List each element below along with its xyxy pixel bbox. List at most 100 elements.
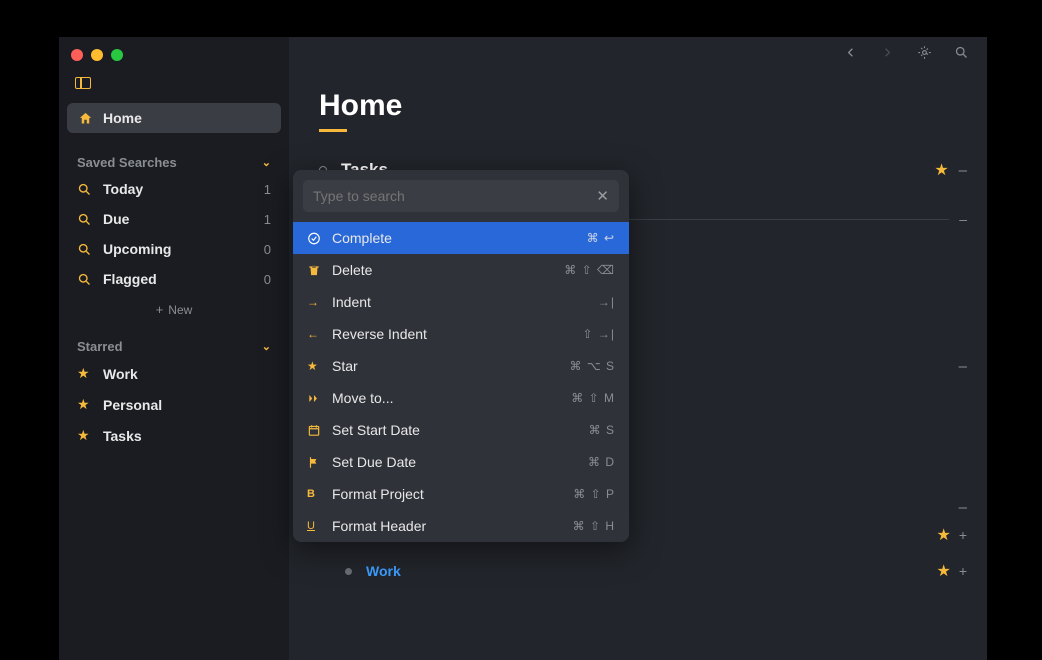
- palette-item-label: Star: [332, 358, 570, 374]
- star-icon: ★: [77, 427, 93, 444]
- new-search-button[interactable]: + New: [67, 302, 281, 317]
- search-label: Today: [103, 181, 264, 197]
- chevron-down-icon: ⌄: [262, 340, 271, 353]
- palette-item-shortcut: ⌘ ↩: [587, 231, 615, 245]
- search-icon: [77, 212, 93, 227]
- saved-search-item[interactable]: Upcoming0: [67, 234, 281, 264]
- starred-item[interactable]: ★ Personal: [67, 389, 281, 420]
- move-icon: [307, 391, 321, 406]
- palette-item-shortcut: ⌘ ⇧ M: [571, 391, 615, 405]
- palette-search: ✕: [303, 180, 619, 212]
- sidebar-toggle-icon[interactable]: [75, 77, 91, 89]
- palette-item-label: Complete: [332, 230, 587, 246]
- search-button[interactable]: [954, 45, 969, 60]
- search-label: Upcoming: [103, 241, 264, 257]
- palette-item-format-project[interactable]: BFormat Project⌘ ⇧ P: [293, 478, 629, 510]
- title-underline: [319, 129, 347, 132]
- maximize-window[interactable]: [111, 49, 123, 61]
- palette-item-move-to-[interactable]: Move to...⌘ ⇧ M: [293, 382, 629, 414]
- palette-item-indent[interactable]: → Indent→|: [293, 286, 629, 318]
- new-label: New: [168, 303, 192, 317]
- palette-item-label: Format Project: [332, 486, 573, 502]
- arrow-r-icon: →: [307, 295, 321, 309]
- u-icon: U: [307, 520, 321, 532]
- palette-item-shortcut: →|: [598, 295, 615, 309]
- palette-item-shortcut: ⌘ ⇧ H: [573, 519, 615, 533]
- trash-icon: [307, 263, 321, 278]
- sidebar: Home Saved Searches ⌄ Today1Due1Upcoming…: [59, 37, 289, 660]
- search-count: 1: [264, 212, 271, 227]
- collapse-button[interactable]: –: [959, 162, 967, 179]
- saved-search-item[interactable]: Due1: [67, 204, 281, 234]
- collapse-button[interactable]: –: [959, 211, 967, 227]
- search-count: 1: [264, 182, 271, 197]
- traffic-lights: [71, 49, 123, 61]
- palette-search-input[interactable]: [313, 188, 596, 204]
- collapse-button[interactable]: –: [959, 499, 967, 516]
- palette-item-label: Format Header: [332, 518, 573, 534]
- close-icon[interactable]: ✕: [596, 187, 609, 205]
- close-window[interactable]: [71, 49, 83, 61]
- palette-item-delete[interactable]: Delete⌘ ⇧ ⌫: [293, 254, 629, 286]
- toolbar: [843, 45, 969, 60]
- settings-button[interactable]: [917, 45, 932, 60]
- search-count: 0: [264, 242, 271, 257]
- page-title: Home: [319, 89, 967, 123]
- palette-item-set-due-date[interactable]: Set Due Date⌘ D: [293, 446, 629, 478]
- link-work[interactable]: Work: [366, 563, 936, 579]
- search-icon: [77, 272, 93, 287]
- chevron-down-icon: ⌄: [262, 156, 271, 169]
- search-icon: [77, 182, 93, 197]
- b-icon: B: [307, 488, 321, 500]
- back-button[interactable]: [843, 45, 858, 60]
- minimize-window[interactable]: [91, 49, 103, 61]
- check-icon: [307, 231, 321, 246]
- star-icon[interactable]: ★: [934, 160, 948, 180]
- palette-item-label: Reverse Indent: [332, 326, 582, 342]
- starred-label: Tasks: [103, 428, 271, 444]
- star-icon: ★: [77, 365, 93, 382]
- palette-item-reverse-indent[interactable]: ← Reverse Indent⇧ →|: [293, 318, 629, 350]
- palette-item-label: Indent: [332, 294, 598, 310]
- section-label: Starred: [77, 339, 123, 354]
- saved-search-item[interactable]: Flagged0: [67, 264, 281, 294]
- star-icon[interactable]: ★: [936, 525, 950, 545]
- add-button[interactable]: +: [959, 527, 967, 543]
- cal-icon: [307, 423, 321, 438]
- link-row[interactable]: Work ★ +: [319, 553, 967, 589]
- starred-header[interactable]: Starred ⌄: [67, 339, 281, 358]
- command-palette: ✕ Complete⌘ ↩Delete⌘ ⇧ ⌫→Indent→|←Revers…: [293, 170, 629, 542]
- sidebar-item-label: Home: [103, 110, 142, 126]
- bullet-icon: [345, 568, 352, 575]
- arrow-l-icon: ←: [307, 327, 321, 341]
- search-label: Due: [103, 211, 264, 227]
- collapse-button[interactable]: –: [959, 358, 967, 375]
- palette-item-set-start-date[interactable]: Set Start Date⌘ S: [293, 414, 629, 446]
- palette-item-label: Delete: [332, 262, 564, 278]
- plus-icon: +: [156, 302, 164, 317]
- home-icon: [77, 111, 93, 126]
- palette-item-complete[interactable]: Complete⌘ ↩: [293, 222, 629, 254]
- sidebar-item-home[interactable]: Home: [67, 103, 281, 133]
- section-label: Saved Searches: [77, 155, 177, 170]
- palette-item-format-header[interactable]: U Format Header⌘ ⇧ H: [293, 510, 629, 542]
- star-icon: ★: [77, 396, 93, 413]
- search-count: 0: [264, 272, 271, 287]
- saved-searches-header[interactable]: Saved Searches ⌄: [67, 155, 281, 174]
- starred-label: Personal: [103, 397, 271, 413]
- starred-label: Work: [103, 366, 271, 382]
- search-label: Flagged: [103, 271, 264, 287]
- add-button[interactable]: +: [959, 563, 967, 579]
- palette-item-label: Set Start Date: [332, 422, 589, 438]
- star-icon: ★: [307, 359, 321, 373]
- star-icon[interactable]: ★: [936, 561, 950, 581]
- saved-search-item[interactable]: Today1: [67, 174, 281, 204]
- forward-button[interactable]: [880, 45, 895, 60]
- palette-item-label: Move to...: [332, 390, 571, 406]
- palette-item-star[interactable]: ★ Star⌘ ⌥ S: [293, 350, 629, 382]
- starred-item[interactable]: ★ Work: [67, 358, 281, 389]
- palette-item-shortcut: ⇧ →|: [582, 327, 615, 341]
- palette-item-label: Set Due Date: [332, 454, 588, 470]
- starred-item[interactable]: ★ Tasks: [67, 420, 281, 451]
- palette-item-shortcut: ⌘ ⌥ S: [570, 359, 616, 373]
